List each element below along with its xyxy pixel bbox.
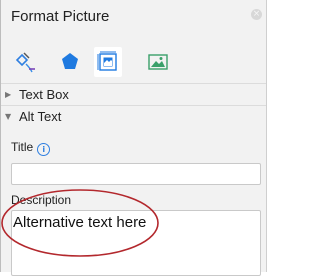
- title-label: Title i: [11, 140, 51, 156]
- chevron-down-icon: ▼: [5, 112, 12, 121]
- section-label: Text Box: [19, 87, 69, 102]
- fill-line-icon: [15, 52, 35, 73]
- section-label: Alt Text: [19, 109, 62, 124]
- tab-size-properties[interactable]: [94, 47, 122, 77]
- tab-fill-line[interactable]: [13, 47, 41, 77]
- format-tabs: [1, 44, 266, 82]
- chevron-right-icon: ▶: [5, 90, 12, 99]
- section-alt-text[interactable]: ▼ Alt Text: [1, 105, 266, 127]
- section-text-box[interactable]: ▶ Text Box: [1, 83, 266, 105]
- tab-effects[interactable]: [56, 47, 84, 77]
- description-label: Description: [11, 193, 72, 207]
- format-picture-pane: Format Picture × ▶ Text Box ▼ Alt Text T…: [0, 0, 267, 276]
- picture-icon: [148, 54, 168, 70]
- title-input[interactable]: [11, 163, 261, 185]
- tab-picture[interactable]: [144, 47, 172, 77]
- pane-title: Format Picture: [11, 8, 110, 25]
- close-icon[interactable]: ×: [251, 9, 262, 20]
- size-properties-icon: [97, 51, 117, 71]
- description-value: Alternative text here: [13, 214, 147, 231]
- effects-icon: [62, 53, 78, 69]
- info-icon[interactable]: i: [37, 143, 51, 156]
